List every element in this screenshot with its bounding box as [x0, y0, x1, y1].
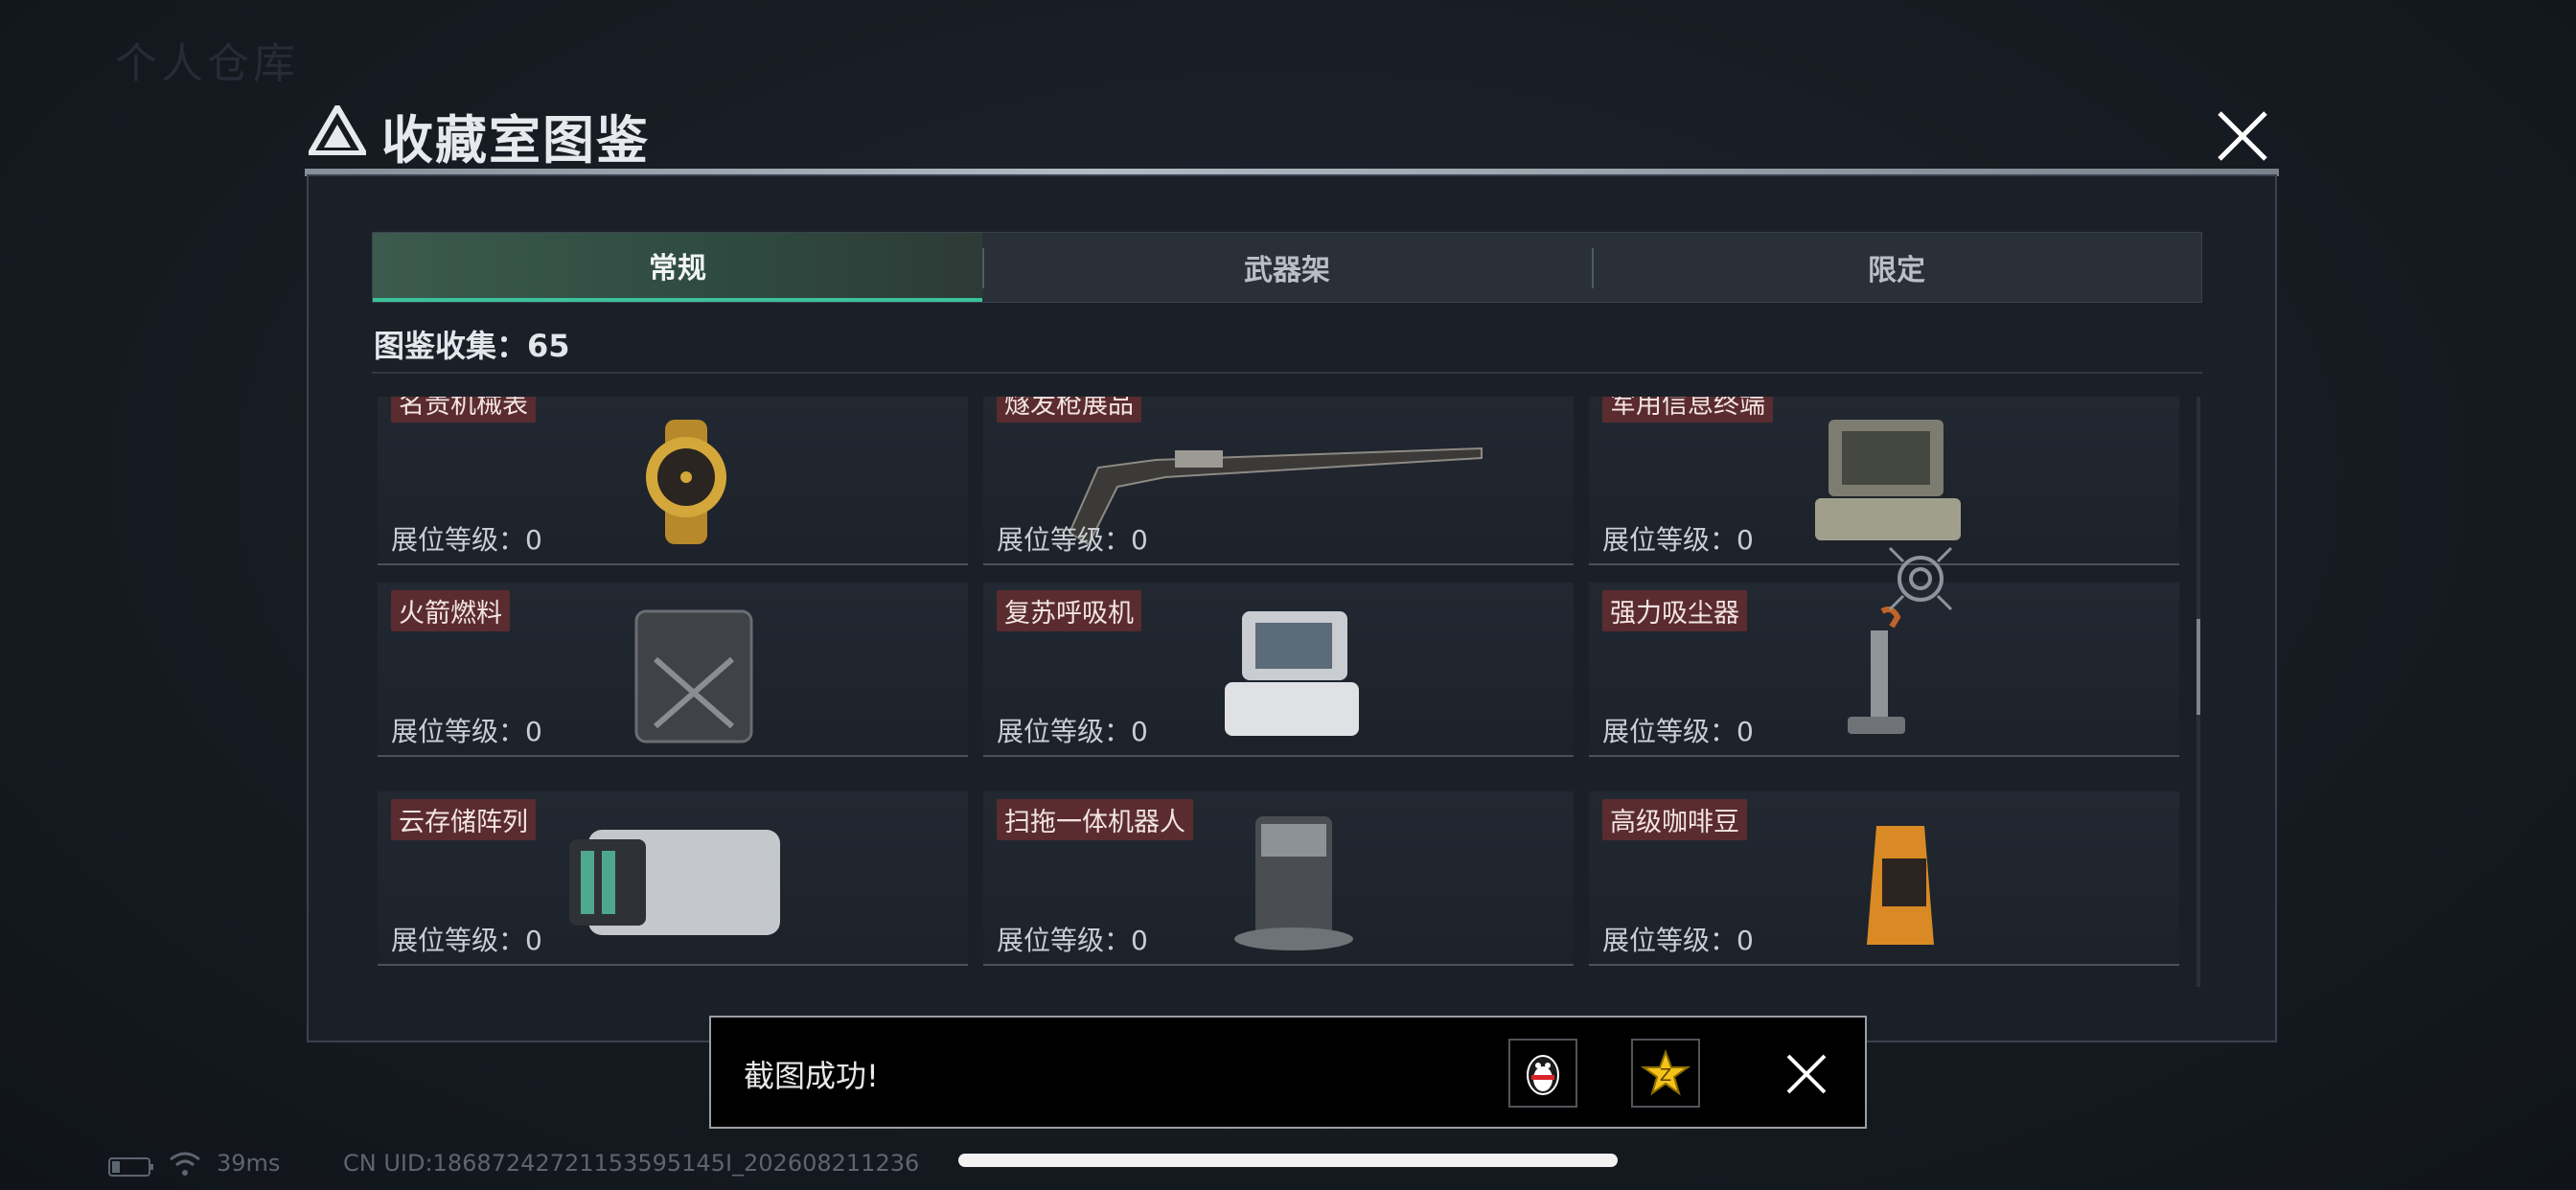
collection-item[interactable]: 扫拖一体机器人 展位等级：0	[983, 791, 1574, 966]
qzone-star-icon: Z	[1641, 1049, 1690, 1096]
coffee-bag-icon	[1867, 826, 1934, 945]
robot-vacuum-station-icon	[1234, 816, 1353, 950]
item-level: 展位等级：0	[997, 716, 1148, 747]
item-name: 扫拖一体机器人	[997, 799, 1193, 840]
battery-icon	[108, 1157, 153, 1177]
collection-item[interactable]: 高级咖啡豆 展位等级：0	[1589, 791, 2179, 966]
rugged-terminal-case-icon	[1815, 420, 1961, 540]
tab-bar: 常规 武器架 限定	[372, 232, 2202, 303]
collection-item[interactable]: 火箭燃料 展位等级：0	[378, 583, 968, 757]
fuel-canister-icon	[634, 609, 753, 744]
item-level: 展位等级：0	[1602, 925, 1754, 956]
share-qzone-button[interactable]: Z	[1631, 1039, 1700, 1108]
share-qq-button[interactable]	[1508, 1039, 1577, 1108]
item-name: 复苏呼吸机	[997, 590, 1141, 631]
tab-weapon-rack[interactable]: 武器架	[982, 233, 1592, 302]
collection-item[interactable]: 云存储阵列 展位等级：0	[378, 791, 968, 966]
item-name: 火箭燃料	[391, 590, 510, 631]
gold-watch-icon	[646, 420, 726, 544]
item-level: 展位等级：0	[391, 925, 542, 956]
vacuum-cleaner-icon	[1848, 606, 1905, 734]
logo-icon	[309, 105, 366, 155]
collection-grid[interactable]: 名贵机械表 展位等级：0 燧发枪展品 展位等级：0 军用信息终端 展位等级：0 …	[372, 397, 2183, 987]
ping-text: 39ms	[217, 1150, 281, 1177]
item-name: 云存储阵列	[391, 799, 536, 840]
item-name: 名贵机械表	[391, 397, 536, 423]
ventilator-icon	[1225, 611, 1359, 736]
toast-close-icon[interactable]	[1784, 1052, 1828, 1096]
storage-array-icon	[569, 830, 780, 935]
item-level: 展位等级：0	[1602, 524, 1754, 556]
item-name: 军用信息终端	[1602, 397, 1773, 423]
collection-item[interactable]: 名贵机械表 展位等级：0	[378, 397, 968, 565]
item-level: 展位等级：0	[1602, 716, 1754, 747]
item-level: 展位等级：0	[997, 524, 1148, 556]
modal-title: 收藏室图鉴	[381, 110, 650, 171]
background-title: 个人仓库	[115, 39, 299, 88]
collection-count: 图鉴收集：65	[374, 328, 570, 364]
item-level: 展位等级：0	[997, 925, 1148, 956]
close-icon[interactable]	[2214, 107, 2271, 165]
qq-penguin-icon	[1527, 1055, 1559, 1095]
item-name: 强力吸尘器	[1602, 590, 1747, 631]
modal-header: 收藏室图鉴	[305, 94, 2279, 176]
collection-item[interactable]: 军用信息终端 展位等级：0	[1589, 397, 2179, 565]
svg-text:Z: Z	[1660, 1065, 1671, 1086]
item-level: 展位等级：0	[391, 716, 542, 747]
toast-message: 截图成功!	[744, 1058, 879, 1094]
collection-item[interactable]: 复苏呼吸机 展位等级：0	[983, 583, 1574, 757]
item-name: 高级咖啡豆	[1602, 799, 1747, 840]
collection-item[interactable]: 强力吸尘器 展位等级：0	[1589, 583, 2179, 757]
screenshot-toast: 截图成功! Z	[709, 1016, 1867, 1129]
divider	[372, 372, 2202, 374]
wifi-icon	[170, 1152, 200, 1176]
item-level: 展位等级：0	[391, 524, 542, 556]
tab-limited[interactable]: 限定	[1592, 233, 2201, 302]
item-name: 燧发枪展品	[997, 397, 1141, 423]
target-icon	[1888, 546, 1953, 611]
scrollbar-thumb[interactable]	[2196, 619, 2200, 715]
collection-item[interactable]: 燧发枪展品 展位等级：0	[983, 397, 1574, 565]
tab-regular[interactable]: 常规	[373, 233, 982, 302]
uid-text: CN UID:18687242721153595145I_20260821123…	[343, 1150, 920, 1177]
home-indicator[interactable]	[958, 1154, 1618, 1167]
